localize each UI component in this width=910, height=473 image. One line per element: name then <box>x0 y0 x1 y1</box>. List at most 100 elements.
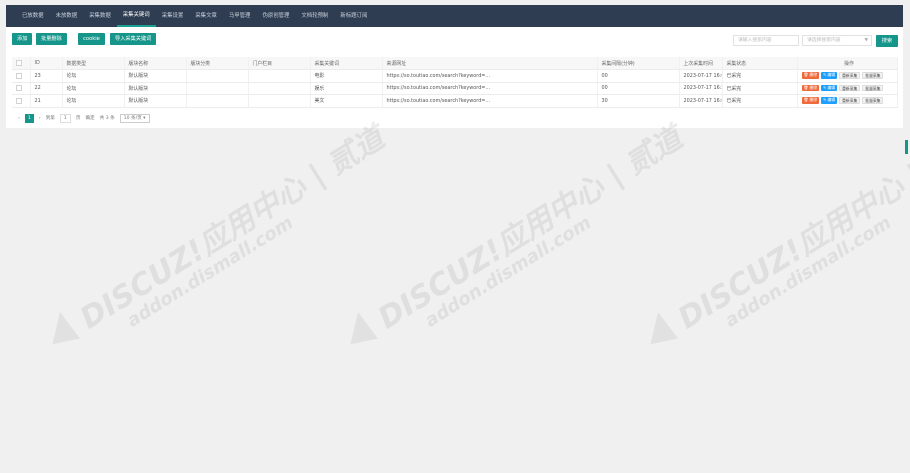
row-select-cell[interactable] <box>12 82 31 95</box>
cell-keyword: 娱乐 <box>310 82 383 95</box>
cell-last-time: 2023-07-17 16:01:41 <box>679 69 723 83</box>
col-header-forum: 版块名称 <box>124 57 187 70</box>
cell-actions: 🗑 删除 ✎ 编辑 重新采集 批量采集 <box>797 94 898 108</box>
edit-label: 编辑 <box>827 84 836 90</box>
row-select-cell[interactable] <box>12 69 31 83</box>
row-checkbox[interactable] <box>16 97 22 104</box>
cell-category <box>186 82 249 95</box>
pagination: ‹ 1 › 到第 1 页 确定 共 3 条 10 条/页 ▾ <box>18 113 155 123</box>
page-number-current[interactable]: 1 <box>24 113 34 123</box>
select-all-cell[interactable] <box>12 57 31 70</box>
col-header-category: 版块分类 <box>186 57 249 70</box>
scrollbar-thumb[interactable] <box>905 140 908 154</box>
keyword-search-input[interactable]: 请输入搜索内容 <box>733 35 799 46</box>
delete-button[interactable]: 🗑 删除 <box>801 84 820 92</box>
delete-label: 删除 <box>809 72 818 78</box>
cell-forum: 默认版块 <box>124 82 187 95</box>
edit-button[interactable]: ✎ 编辑 <box>821 72 838 79</box>
tab-published[interactable]: 已放数据 <box>16 5 50 27</box>
tab-pseudo-original[interactable]: 伪原创管理 <box>256 5 295 27</box>
watermark: DISCUZ!应用中心 | 贰道 addon.dismall.com <box>644 114 910 352</box>
delete-button[interactable]: 🗑 删除 <box>801 97 820 104</box>
watermark-logo-icon <box>344 309 378 345</box>
tab-collect-articles[interactable]: 采集文章 <box>189 5 223 27</box>
table-row: 22 论坛 默认版块 娱乐 https://so.toutiao.com/sea… <box>12 82 898 95</box>
cookie-button[interactable]: cookie <box>78 33 105 45</box>
cell-last-time: 2023-07-17 16:27:05 <box>679 82 723 95</box>
cell-url: https://so.toutiao.com/search?keyword=..… <box>382 69 598 83</box>
main-panel: 添加 批量删除 cookie 导入采集关键词 请输入搜索内容 请选择搜索内容 ▼… <box>6 27 903 128</box>
recollect-button[interactable]: 重新采集 <box>839 97 861 104</box>
page-jump-input[interactable]: 1 <box>59 113 71 123</box>
cell-status: 已采完 <box>722 82 798 95</box>
import-keywords-button[interactable]: 导入采集关键词 <box>110 33 157 45</box>
col-header-id: ID <box>30 57 63 70</box>
edit-button[interactable]: ✎ 编辑 <box>821 84 838 92</box>
select-all-checkbox[interactable] <box>16 59 22 66</box>
cell-forum: 默认版块 <box>124 69 187 83</box>
tab-unpublished[interactable]: 未放数据 <box>50 5 84 27</box>
watermark-subtext: addon.dismall.com <box>421 212 596 332</box>
page-size-select[interactable]: 10 条/页 ▾ <box>119 113 150 123</box>
page-unit-label: 页 <box>75 116 81 121</box>
cell-id: 23 <box>30 69 63 83</box>
row-checkbox[interactable] <box>16 85 22 91</box>
tab-collect-keywords[interactable]: 采集关键词 <box>116 5 156 27</box>
keyword-type-select[interactable]: 请选择搜索内容 ▼ <box>802 35 872 46</box>
cell-portal <box>248 82 311 95</box>
recollect-button[interactable]: 重新采集 <box>839 84 861 92</box>
cell-forum: 默认版块 <box>124 94 187 108</box>
batch-collect-button[interactable]: 批量采集 <box>862 72 884 79</box>
tab-vest-management[interactable]: 马甲管理 <box>223 5 257 27</box>
cell-portal <box>248 94 311 108</box>
watermark-subtext: addon.dismall.com <box>123 212 298 332</box>
col-header-url: 来源网址 <box>382 57 598 70</box>
col-header-type: 数据类型 <box>62 57 125 70</box>
watermark-text: DISCUZ!应用中心 | 贰道 <box>372 120 689 337</box>
cell-id: 21 <box>30 94 63 108</box>
watermark-logo-icon <box>46 309 80 345</box>
watermark-text: DISCUZ!应用中心 | 贰道 <box>74 120 391 337</box>
cell-status: 已采完 <box>722 69 798 83</box>
tab-new-title-subscribe[interactable]: 新标题订阅 <box>334 5 373 27</box>
cell-category <box>186 69 249 83</box>
recollect-button[interactable]: 重新采集 <box>839 72 861 79</box>
cell-type: 论坛 <box>62 82 125 95</box>
top-nav: 已放数据 未放数据 采集数据 采集关键词 采集设置 采集文章 马甲管理 伪原创管… <box>6 5 903 27</box>
add-button[interactable]: 添加 <box>12 33 33 45</box>
delete-button[interactable]: 🗑 删除 <box>801 72 820 79</box>
col-header-actions: 操作 <box>797 57 898 70</box>
search-button[interactable]: 搜索 <box>876 35 898 47</box>
batch-delete-button[interactable]: 批量删除 <box>36 33 67 45</box>
row-checkbox[interactable] <box>16 72 22 79</box>
row-select-cell[interactable] <box>12 94 31 108</box>
cell-id: 22 <box>30 82 63 95</box>
edit-button[interactable]: ✎ 编辑 <box>821 97 838 104</box>
cell-last-time: 2023-07-17 16:02:16 <box>679 94 723 108</box>
cell-actions: 🗑 删除 ✎ 编辑 重新采集 批量采集 <box>797 69 898 83</box>
watermark-logo-icon <box>644 309 678 345</box>
cell-interval: 00 <box>597 69 680 83</box>
cell-type: 论坛 <box>62 69 125 83</box>
cell-type: 论坛 <box>62 94 125 108</box>
cell-category <box>186 94 249 108</box>
batch-collect-button[interactable]: 批量采集 <box>862 84 884 92</box>
batch-collect-button[interactable]: 批量采集 <box>862 97 884 104</box>
tab-doc-wheel[interactable]: 文档轮预制 <box>295 5 334 27</box>
total-count: 共 3 条 <box>99 116 115 121</box>
cell-url: https://so.toutiao.com/search?keyword=..… <box>382 94 598 108</box>
tab-collected-data[interactable]: 采集数据 <box>83 5 117 27</box>
table-row: 23 论坛 默认版块 电影 https://so.toutiao.com/sea… <box>12 69 898 83</box>
tab-collect-settings[interactable]: 采集设置 <box>156 5 190 27</box>
cell-status: 已采完 <box>722 94 798 108</box>
next-page-icon[interactable]: › <box>39 116 41 121</box>
edit-label: 编辑 <box>827 97 836 103</box>
cell-interval: 30 <box>597 94 680 108</box>
table-header: ID 数据类型 版块名称 版块分类 门户栏目 采集关键词 来源网址 采集间隔(分… <box>12 57 898 70</box>
edit-label: 编辑 <box>827 72 836 78</box>
col-header-keyword: 采集关键词 <box>310 57 383 70</box>
col-header-portal: 门户栏目 <box>248 57 311 70</box>
prev-page-icon[interactable]: ‹ <box>18 116 20 121</box>
col-header-interval: 采集间隔(分钟) <box>597 57 680 70</box>
page-confirm-button[interactable]: 确定 <box>85 115 94 121</box>
